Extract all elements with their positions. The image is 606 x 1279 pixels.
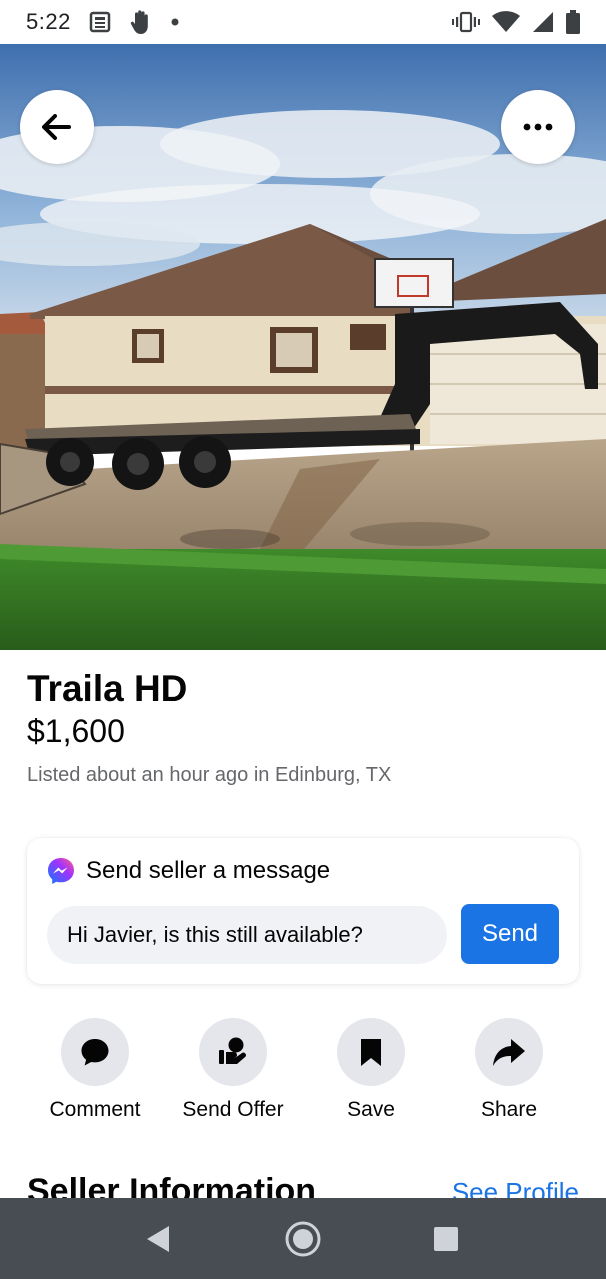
- vibrate-icon: [452, 11, 480, 33]
- battery-icon: [566, 10, 580, 34]
- save-label: Save: [347, 1098, 395, 1121]
- status-left-icons: [89, 9, 179, 35]
- dot-icon: [171, 18, 179, 26]
- nav-recents-button[interactable]: [416, 1198, 476, 1279]
- message-seller-card: Send seller a message Send: [27, 838, 579, 984]
- back-arrow-icon: [42, 114, 71, 140]
- send-button[interactable]: Send: [461, 904, 559, 964]
- share-label: Share: [480, 1098, 538, 1121]
- listing-price: $1,600: [27, 713, 125, 749]
- listing-title: Traila HD: [27, 668, 188, 709]
- news-icon: [89, 11, 111, 33]
- listing-photo[interactable]: [0, 44, 606, 650]
- wifi-icon: [492, 11, 520, 32]
- comment-icon: [81, 1039, 109, 1066]
- save-action[interactable]: Save: [301, 1018, 441, 1122]
- messenger-icon: [48, 858, 74, 884]
- back-button[interactable]: [20, 90, 94, 164]
- message-heading-text: Send seller a message: [86, 857, 331, 884]
- message-heading: Send seller a message: [47, 857, 330, 885]
- send-offer-action-circle[interactable]: [199, 1018, 267, 1086]
- screen: 5:22 Traila HD $1,600 Listed about an ho…: [0, 0, 606, 1279]
- nav-recents-icon: [434, 1226, 458, 1251]
- save-action-circle[interactable]: [337, 1018, 405, 1086]
- more-options-icon: [523, 123, 553, 131]
- more-options-button[interactable]: [501, 90, 575, 164]
- comment-action-circle[interactable]: [61, 1018, 129, 1086]
- nav-home-button[interactable]: [273, 1198, 333, 1279]
- status-right-icons: [452, 10, 580, 34]
- bookmark-icon: [361, 1039, 381, 1066]
- share-action-circle[interactable]: [475, 1018, 543, 1086]
- comment-action[interactable]: Comment: [25, 1018, 165, 1122]
- navigation-bar: [0, 1198, 606, 1279]
- share-action[interactable]: Share: [439, 1018, 579, 1122]
- status-time: 5:22: [26, 9, 71, 34]
- offer-icon: [219, 1037, 246, 1064]
- hand-icon: [130, 10, 148, 34]
- share-icon: [493, 1039, 525, 1066]
- message-input[interactable]: [47, 906, 447, 964]
- nav-home-icon: [285, 1221, 321, 1256]
- signal-icon: [533, 12, 553, 32]
- nav-back-button[interactable]: [128, 1198, 188, 1279]
- status-bar: 5:22: [0, 0, 606, 44]
- nav-back-icon: [147, 1225, 169, 1252]
- listing-meta: Listed about an hour ago in Edinburg, TX: [27, 764, 392, 786]
- send-offer-label: Send Offer: [182, 1098, 284, 1121]
- comment-label: Comment: [49, 1098, 141, 1121]
- send-offer-action[interactable]: Send Offer: [163, 1018, 303, 1122]
